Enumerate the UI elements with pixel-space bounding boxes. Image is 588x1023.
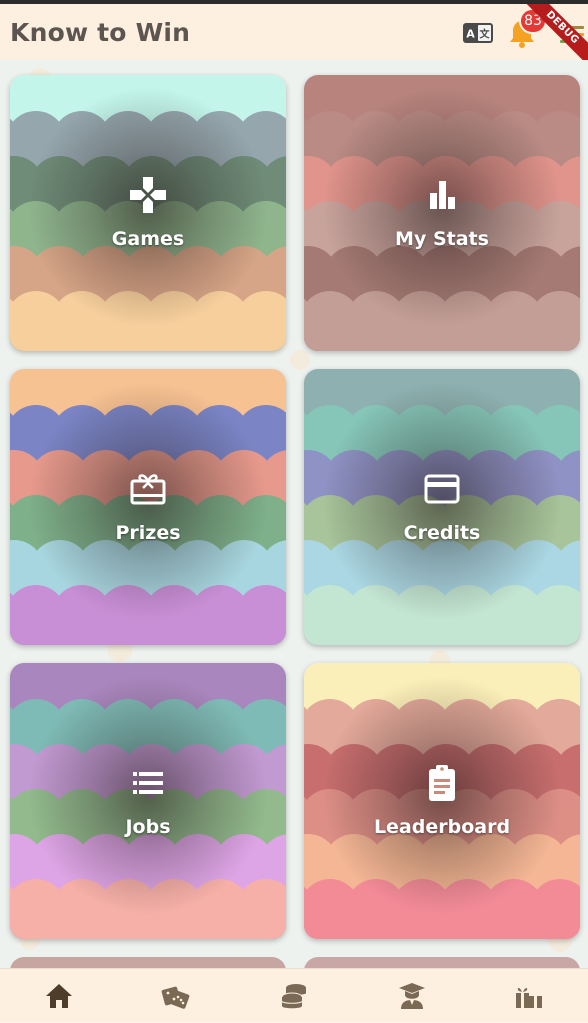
list-icon bbox=[133, 772, 163, 794]
clipboard-icon bbox=[429, 765, 455, 801]
tile-label: Leaderboard bbox=[373, 816, 511, 838]
svg-text:文: 文 bbox=[480, 28, 491, 41]
credit-card-icon bbox=[424, 474, 460, 504]
nav-games[interactable] bbox=[118, 969, 236, 1023]
app-title: Know to Win bbox=[10, 18, 191, 47]
gifts-icon bbox=[516, 988, 543, 1008]
gamepad-icon bbox=[130, 177, 166, 213]
nav-coins[interactable] bbox=[235, 969, 353, 1023]
tile-partial[interactable] bbox=[304, 957, 580, 968]
tile-my-stats[interactable]: My Stats bbox=[304, 75, 580, 351]
bottom-nav bbox=[0, 968, 588, 1022]
svg-text:A: A bbox=[466, 28, 475, 41]
nav-prizes[interactable] bbox=[470, 969, 588, 1023]
tile-partial[interactable] bbox=[10, 957, 286, 968]
home-icon bbox=[45, 984, 72, 1008]
bar-chart-icon bbox=[430, 181, 455, 209]
dice-icon bbox=[162, 986, 190, 1009]
tile-label: Prizes bbox=[115, 522, 181, 544]
tile-credits[interactable]: Credits bbox=[304, 369, 580, 645]
tile-games[interactable]: Games bbox=[10, 75, 286, 351]
nav-home[interactable] bbox=[0, 969, 118, 1023]
graduate-icon bbox=[398, 983, 425, 1009]
tile-label: My Stats bbox=[395, 228, 489, 250]
app-bar: Know to Win A 文 83 DEBUG bbox=[0, 4, 588, 70]
translate-icon[interactable]: A 文 bbox=[463, 23, 493, 43]
tile-label: Jobs bbox=[125, 816, 171, 838]
tile-label: Games bbox=[111, 228, 185, 250]
coins-icon bbox=[281, 984, 306, 1009]
tile-label: Credits bbox=[403, 522, 481, 544]
tile-jobs[interactable]: Jobs bbox=[10, 663, 286, 939]
nav-jobs[interactable] bbox=[353, 969, 471, 1023]
tile-grid: Games My Stats Prizes Credits Jobs Leade… bbox=[0, 60, 588, 968]
tile-prizes[interactable]: Prizes bbox=[10, 369, 286, 645]
tile-leaderboard[interactable]: Leaderboard bbox=[304, 663, 580, 939]
gift-card-icon bbox=[130, 474, 166, 505]
